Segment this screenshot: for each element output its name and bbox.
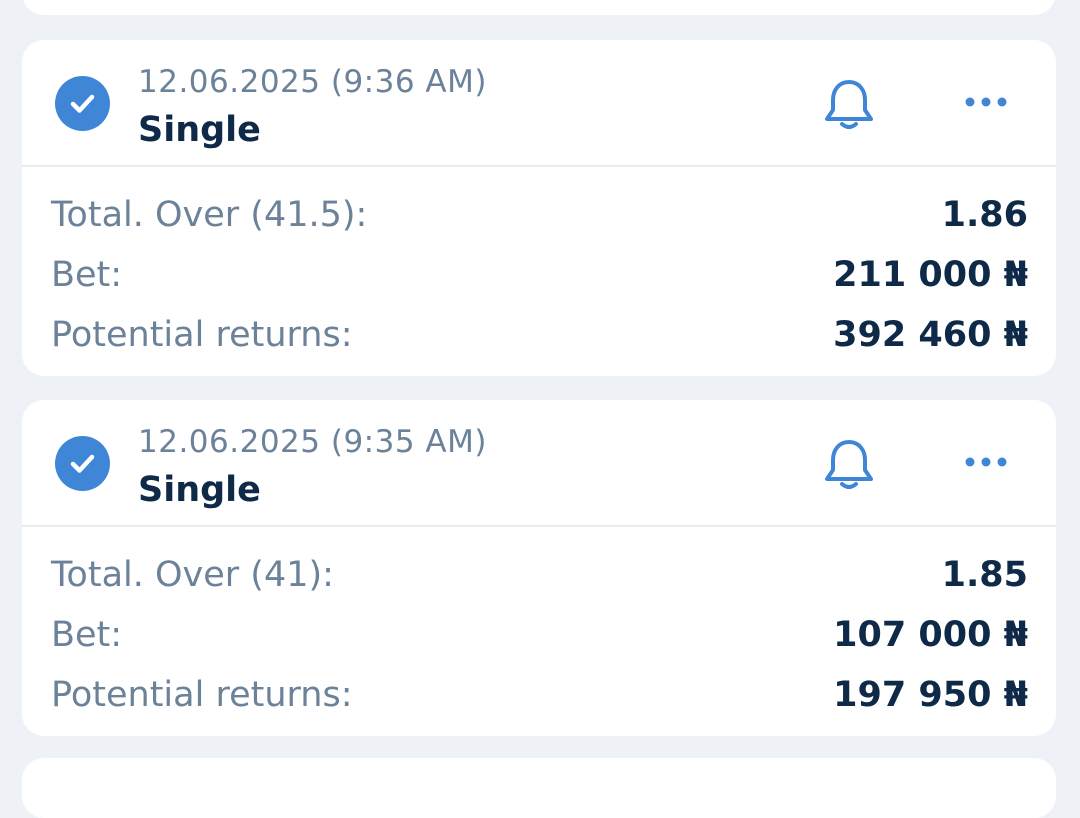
bet-card-header: 12.06.2025 (9:36 AM) Single xyxy=(22,40,1056,167)
bet-date: 12.06.2025 (9:36 AM) xyxy=(138,64,487,100)
returns-label: Potential returns: xyxy=(51,315,353,355)
market-label: Total. Over (41.5): xyxy=(51,195,368,235)
returns-amount: 197 950 ₦ xyxy=(833,675,1028,715)
bet-card-partial-top[interactable] xyxy=(22,0,1056,15)
bet-card-header: 12.06.2025 (9:35 AM) Single xyxy=(22,400,1056,527)
bet-row: Bet: 107 000 ₦ xyxy=(22,615,1056,675)
bet-card-body: Total. Over (41.5): 1.86 Bet: 211 000 ₦ … xyxy=(22,167,1056,375)
more-options-icon[interactable] xyxy=(958,442,1014,482)
bet-amount: 211 000 ₦ xyxy=(833,255,1028,295)
odds-value: 1.85 xyxy=(941,555,1028,595)
bet-type: Single xyxy=(138,470,261,510)
bet-card-partial-bottom[interactable] xyxy=(22,758,1056,818)
odds-value: 1.86 xyxy=(941,195,1028,235)
bet-card[interactable]: 12.06.2025 (9:35 AM) Single Total. Over … xyxy=(22,400,1056,736)
check-circle-icon xyxy=(55,436,110,491)
bet-card[interactable]: 12.06.2025 (9:36 AM) Single Total. Over … xyxy=(22,40,1056,376)
returns-row: Potential returns: 197 950 ₦ xyxy=(22,675,1056,735)
returns-amount: 392 460 ₦ xyxy=(833,315,1028,355)
bell-icon[interactable] xyxy=(818,434,880,496)
bet-amount: 107 000 ₦ xyxy=(833,615,1028,655)
returns-label: Potential returns: xyxy=(51,675,353,715)
odds-row: Total. Over (41): 1.85 xyxy=(22,555,1056,615)
bet-card-body: Total. Over (41): 1.85 Bet: 107 000 ₦ Po… xyxy=(22,527,1056,735)
odds-row: Total. Over (41.5): 1.86 xyxy=(22,195,1056,255)
returns-row: Potential returns: 392 460 ₦ xyxy=(22,315,1056,375)
bet-label: Bet: xyxy=(51,255,123,295)
bet-label: Bet: xyxy=(51,615,123,655)
check-circle-icon xyxy=(55,76,110,131)
bet-date: 12.06.2025 (9:35 AM) xyxy=(138,424,487,460)
market-label: Total. Over (41): xyxy=(51,555,334,595)
bet-row: Bet: 211 000 ₦ xyxy=(22,255,1056,315)
more-options-icon[interactable] xyxy=(958,82,1014,122)
bet-type: Single xyxy=(138,110,261,150)
bell-icon[interactable] xyxy=(818,74,880,136)
